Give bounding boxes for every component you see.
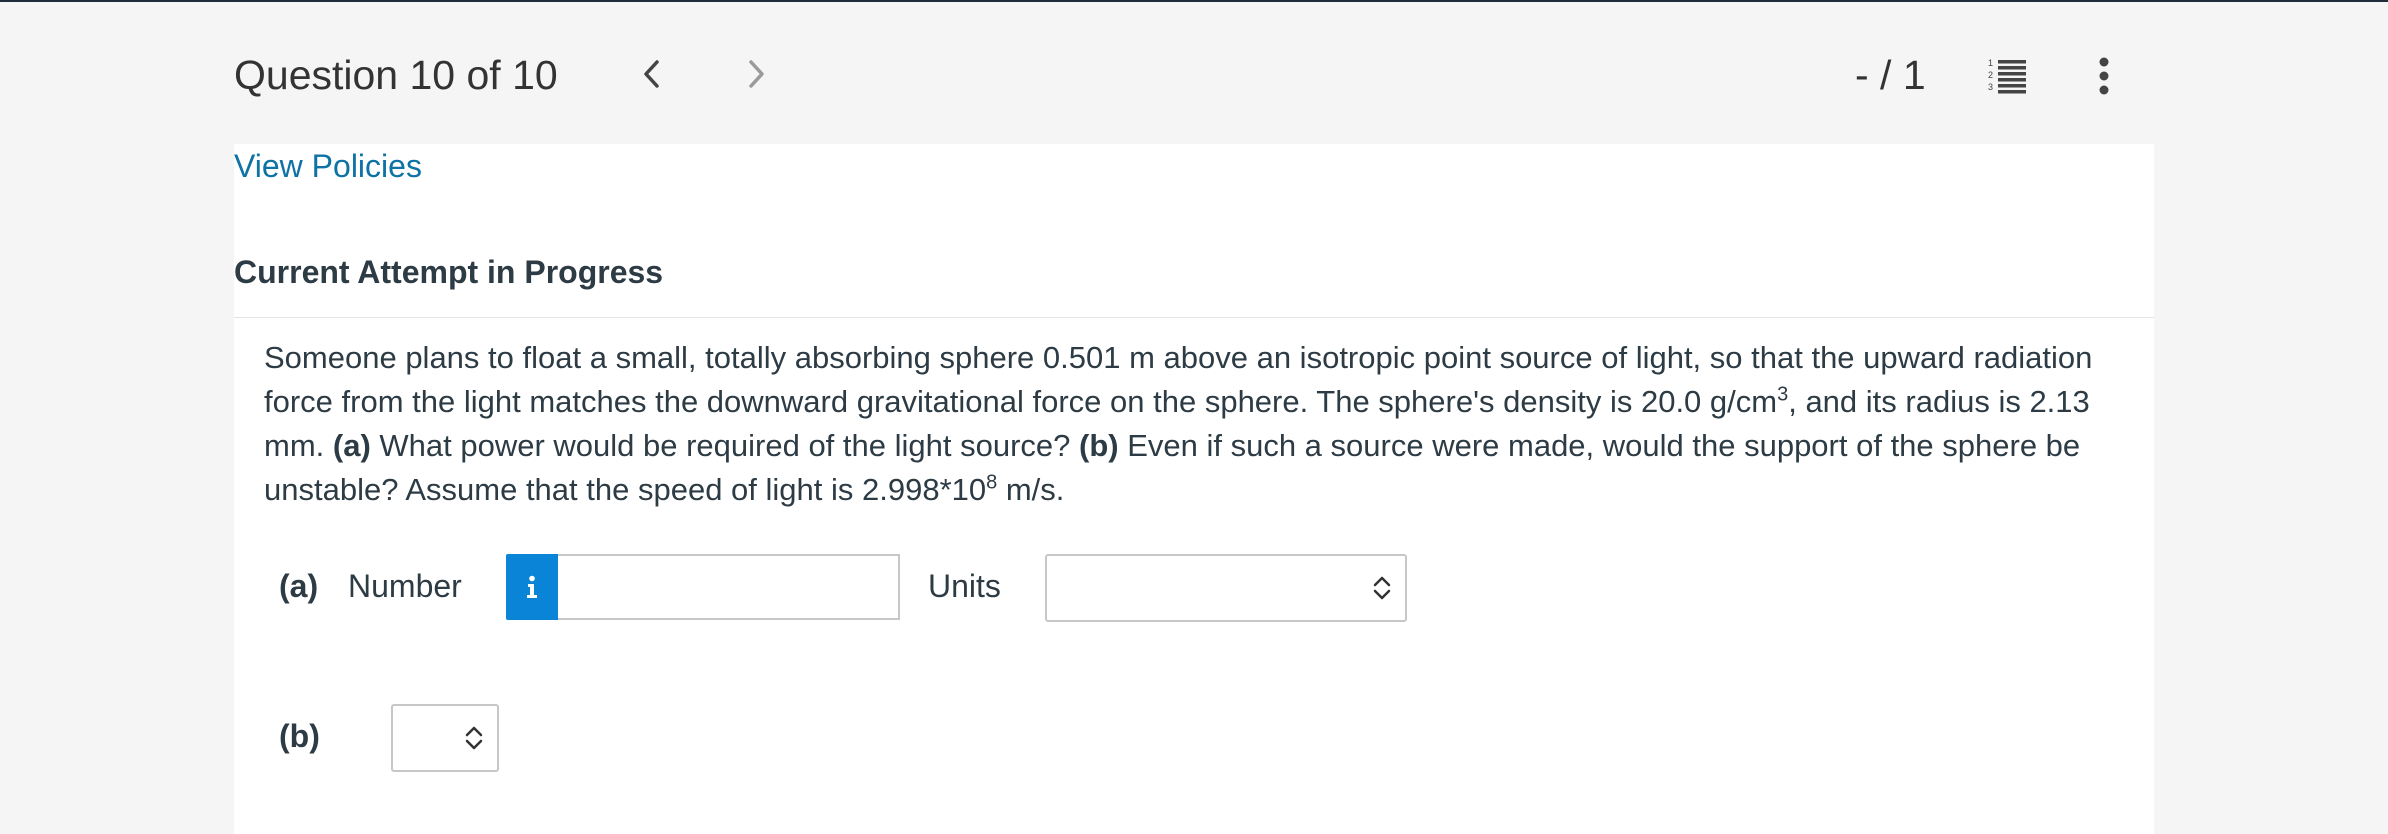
attempt-heading: Current Attempt in Progress — [234, 254, 664, 290]
question-line: Someone plans to float a small, totally … — [264, 340, 2093, 375]
info-button[interactable] — [506, 554, 558, 620]
question-list-button[interactable]: 1 2 3 — [1986, 56, 2030, 96]
question-header: Question 10 of 10 - / 1 1 2 3 — [0, 2, 2388, 144]
score-display: - / 1 — [1855, 52, 1926, 98]
chevron-left-icon — [644, 60, 659, 88]
chevron-right-icon — [749, 60, 764, 88]
question-content: View Policies Current Attempt in Progres… — [234, 144, 2154, 834]
part-a-label: (a) — [279, 568, 319, 604]
question-line: mm. — [264, 428, 333, 463]
question-line: m/s. — [997, 472, 1065, 507]
more-vertical-icon — [2099, 57, 2109, 95]
select-updown-icon — [1373, 576, 1391, 600]
part-a-tag: (a) — [332, 428, 371, 463]
previous-question-button[interactable] — [634, 54, 670, 94]
number-label: Number — [348, 568, 462, 604]
question-line: force from the light matches the downwar… — [264, 384, 1778, 419]
units-select[interactable] — [1045, 554, 1407, 622]
part-b-select[interactable] — [391, 704, 499, 772]
part-b-tag: (b) — [1079, 428, 1119, 463]
info-icon — [527, 575, 537, 598]
question-line: unstable? Assume that the speed of light… — [264, 472, 987, 507]
part-b-label: (b) — [279, 718, 320, 754]
divider — [234, 317, 2154, 318]
units-label: Units — [928, 568, 1001, 604]
question-text: Someone plans to float a small, totally … — [264, 336, 2134, 512]
superscript: 8 — [986, 471, 998, 494]
question-counter: Question 10 of 10 — [234, 52, 558, 98]
number-input[interactable] — [558, 554, 900, 620]
question-list-icon: 1 2 3 — [1988, 58, 2026, 94]
svg-text:1: 1 — [1988, 58, 1993, 68]
more-options-button[interactable] — [2092, 56, 2116, 96]
superscript: 3 — [1777, 383, 1789, 406]
question-line: , and its radius is 2.13 — [1788, 384, 2090, 419]
select-updown-icon — [465, 726, 483, 750]
next-question-button[interactable] — [738, 54, 774, 94]
question-line: Even if such a source were made, would t… — [1118, 428, 2081, 463]
question-line: What power would be required of the ligh… — [370, 428, 1079, 463]
svg-text:3: 3 — [1988, 82, 1993, 92]
svg-text:2: 2 — [1988, 70, 1993, 80]
view-policies-link[interactable]: View Policies — [234, 148, 422, 185]
